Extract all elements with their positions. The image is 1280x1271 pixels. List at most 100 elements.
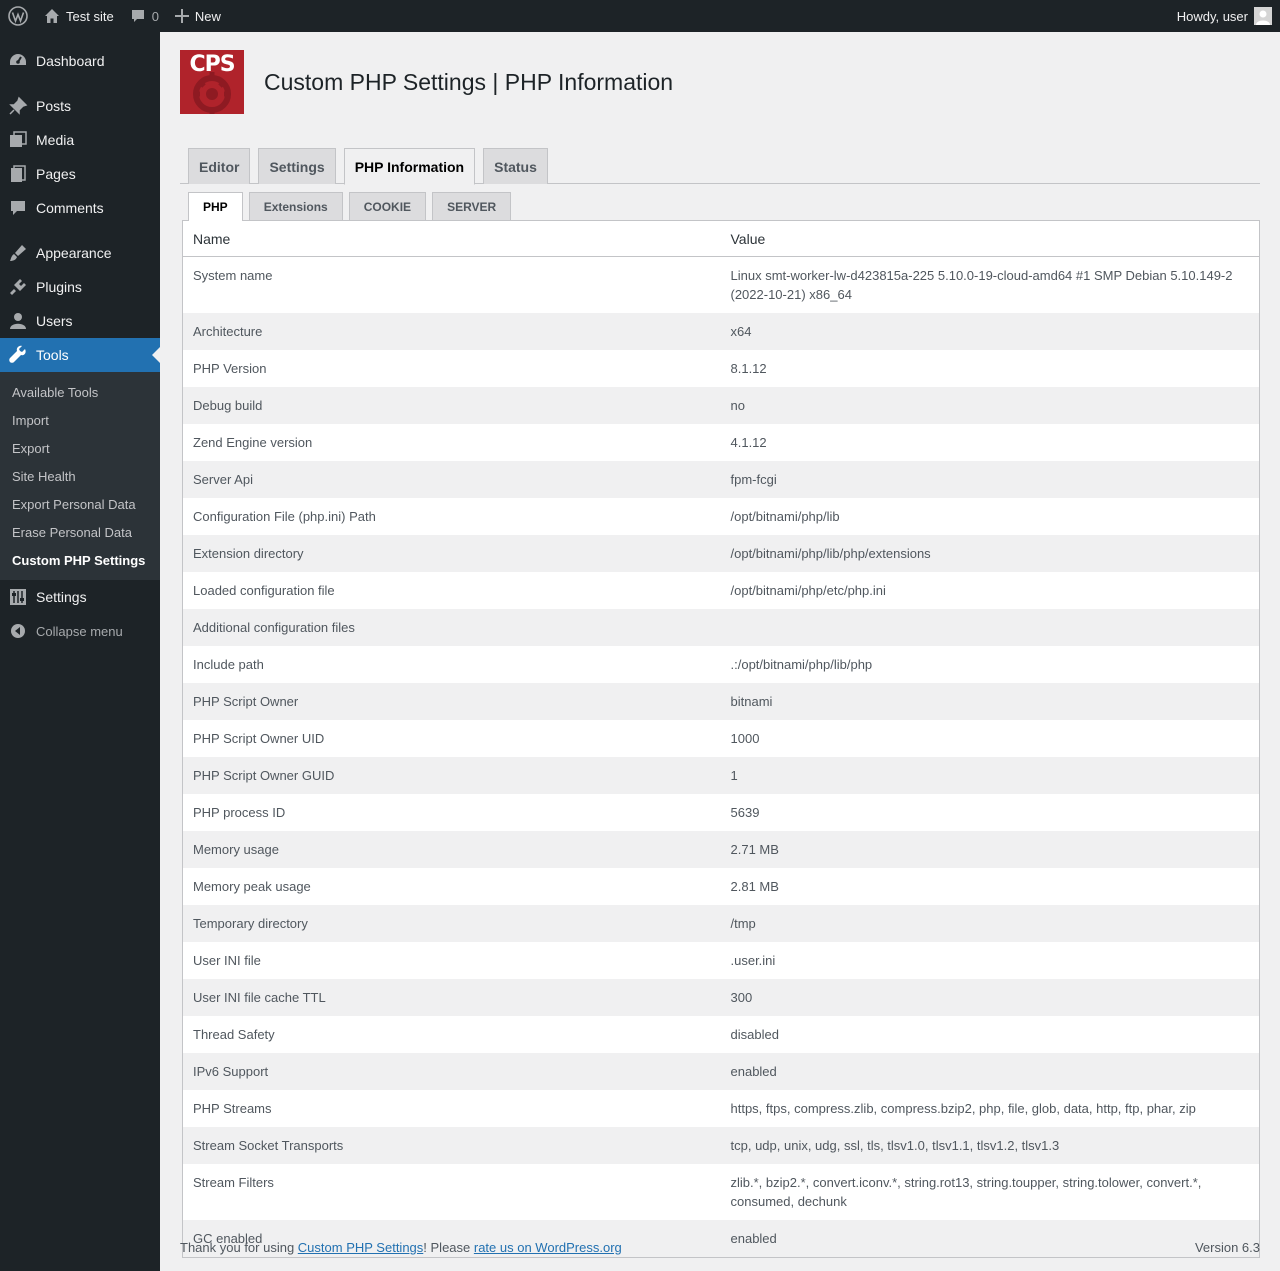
main-tabs: Editor Settings PHP Information Status (180, 148, 1260, 185)
menu-label: Tools (36, 347, 69, 363)
tab-editor[interactable]: Editor (188, 148, 251, 184)
row-value: 2.81 MB (730, 879, 779, 894)
comments-link[interactable]: 0 (122, 0, 167, 32)
collapse-label: Collapse menu (36, 623, 123, 639)
menu-label: Dashboard (36, 53, 105, 69)
table-row: PHP Version 8.1.12 (183, 350, 1260, 387)
table-row: Architecture x64 (182, 313, 1260, 350)
submenu-custom-php-settings[interactable]: Custom PHP Settings (0, 546, 160, 574)
row-name: Additional configuration files (182, 609, 721, 646)
submenu-import[interactable]: Import (0, 406, 160, 434)
menu-tools[interactable]: Tools (0, 338, 160, 372)
row-name: Thread Safety (193, 1027, 275, 1042)
table-row: PHP Script Owner UID 1000 (183, 720, 1260, 757)
footer-thanks-prefix: Thank you for using (180, 1240, 298, 1255)
table-row: Memory peak usage 2.81 MB (183, 868, 1260, 905)
menu-label: Comments (36, 200, 104, 216)
new-content-link[interactable]: New (167, 0, 229, 32)
comment-icon (0, 198, 36, 218)
howdy-text: Howdy, user (1176, 8, 1248, 24)
row-value: .user.ini (730, 953, 776, 968)
table-header-row: Name Value (182, 220, 1260, 257)
row-value: x64 (720, 313, 1260, 350)
plugin-icon (0, 277, 36, 297)
menu-settings[interactable]: Settings (0, 580, 160, 614)
subtab-cookie[interactable]: COOKIE (348, 192, 427, 220)
menu-label: Pages (36, 166, 76, 182)
submenu-site-health[interactable]: Site Health (0, 462, 160, 490)
submenu-available-tools[interactable]: Available Tools (0, 378, 160, 406)
row-value: 1 (720, 757, 1260, 794)
row-value: /tmp (720, 905, 1260, 942)
column-header-name: Name (182, 220, 721, 257)
menu-dashboard[interactable]: Dashboard (0, 44, 160, 78)
subtab-php[interactable]: PHP (188, 192, 243, 221)
row-value: /opt/bitnami/php/lib (730, 509, 840, 524)
row-value: tcp, udp, unix, udg, ssl, tls, tlsv1.0, … (720, 1127, 1260, 1164)
rate-link[interactable]: rate us on WordPress.org (474, 1240, 622, 1255)
menu-appearance[interactable]: Appearance (0, 236, 160, 270)
row-value: no (720, 387, 1260, 424)
row-value: bitnami (720, 683, 1260, 720)
main-content: CPS Custom PHP Settings | PHP Informatio… (180, 32, 1260, 1258)
my-account-link[interactable]: Howdy, user (1169, 0, 1280, 32)
version-text: Version 6.3 (1194, 1240, 1260, 1255)
row-name: Configuration File (php.ini) Path (193, 509, 376, 524)
table-row: Configuration File (php.ini) Path/opt/bi… (183, 498, 1260, 535)
php-info-table: Name Value System name Linux smt-worker-l… (182, 220, 1260, 1258)
row-name: PHP Version (193, 361, 267, 376)
row-value: 5639 (730, 805, 760, 820)
menu-media[interactable]: Media (0, 123, 160, 157)
row-name: Stream Socket Transports (182, 1127, 721, 1164)
menu-users[interactable]: Users (0, 304, 160, 338)
tab-php-information[interactable]: PHP Information (343, 148, 476, 185)
row-name: PHP Script Owner GUID (182, 757, 721, 794)
table-row: PHP process ID 5639 (183, 794, 1260, 831)
footer: Thank you for using Custom PHP Settings!… (180, 1240, 1260, 1255)
admin-menu: Dashboard Posts Media Pages Comments App… (0, 32, 160, 1271)
menu-comments[interactable]: Comments (0, 191, 160, 225)
menu-label: Plugins (36, 279, 82, 295)
table-row: PHP Streams https, ftps, compress.zlib, c… (183, 1090, 1260, 1127)
footer-thanks: Thank you for using Custom PHP Settings!… (180, 1240, 622, 1255)
table-row: PHP Script Owner GUID 1 (182, 757, 1260, 794)
row-name: User INI file cache TTL (182, 979, 721, 1016)
menu-pages[interactable]: Pages (0, 157, 160, 191)
row-name: PHP Script Owner (182, 683, 721, 720)
settings-icon (0, 587, 36, 607)
tab-status[interactable]: Status (483, 148, 548, 184)
menu-posts[interactable]: Posts (0, 89, 160, 123)
table-row: Stream Socket Transports tcp, udp, unix, … (182, 1127, 1260, 1164)
admin-bar: Test site 0 New Howdy, user (0, 0, 1280, 32)
submenu-export[interactable]: Export (0, 434, 160, 462)
tab-settings[interactable]: Settings (258, 148, 336, 184)
dashboard-icon (0, 51, 36, 71)
menu-plugins[interactable]: Plugins (0, 270, 160, 304)
site-name-link[interactable]: Test site (36, 0, 122, 32)
table-row: User INI file cache TTL 300 (182, 979, 1260, 1016)
sub-tabs: PHP Extensions COOKIE SERVER (180, 192, 1260, 221)
wordpress-logo-icon[interactable] (0, 0, 36, 32)
row-name: Stream Filters (193, 1175, 274, 1190)
submenu-erase-personal-data[interactable]: Erase Personal Data (0, 518, 160, 546)
row-name: System name (193, 268, 273, 283)
row-value: zlib.*, bzip2.*, convert.iconv.*, string… (730, 1175, 1202, 1209)
media-icon (0, 130, 36, 150)
subtab-server[interactable]: SERVER (432, 192, 512, 220)
collapse-menu-button[interactable]: Collapse menu (0, 614, 160, 648)
plugin-link[interactable]: Custom PHP Settings (298, 1240, 423, 1255)
user-icon (0, 311, 36, 331)
row-value: .:/opt/bitnami/php/lib/php (730, 657, 873, 672)
column-header-value: Value (720, 220, 1260, 257)
row-name: PHP Streams (193, 1101, 272, 1116)
table-row: Additional configuration files (182, 609, 1260, 646)
row-name: PHP process ID (193, 805, 286, 820)
row-name: Extension directory (182, 535, 721, 572)
subtab-extensions[interactable]: Extensions (248, 192, 343, 220)
row-name: Architecture (182, 313, 721, 350)
row-name: Memory usage (182, 831, 721, 868)
row-name: Zend Engine version (193, 435, 313, 450)
table-row: Include path .:/opt/bitnami/php/lib/php (183, 646, 1260, 683)
submenu-export-personal-data[interactable]: Export Personal Data (0, 490, 160, 518)
table-row: Temporary directory/tmp (182, 905, 1260, 942)
